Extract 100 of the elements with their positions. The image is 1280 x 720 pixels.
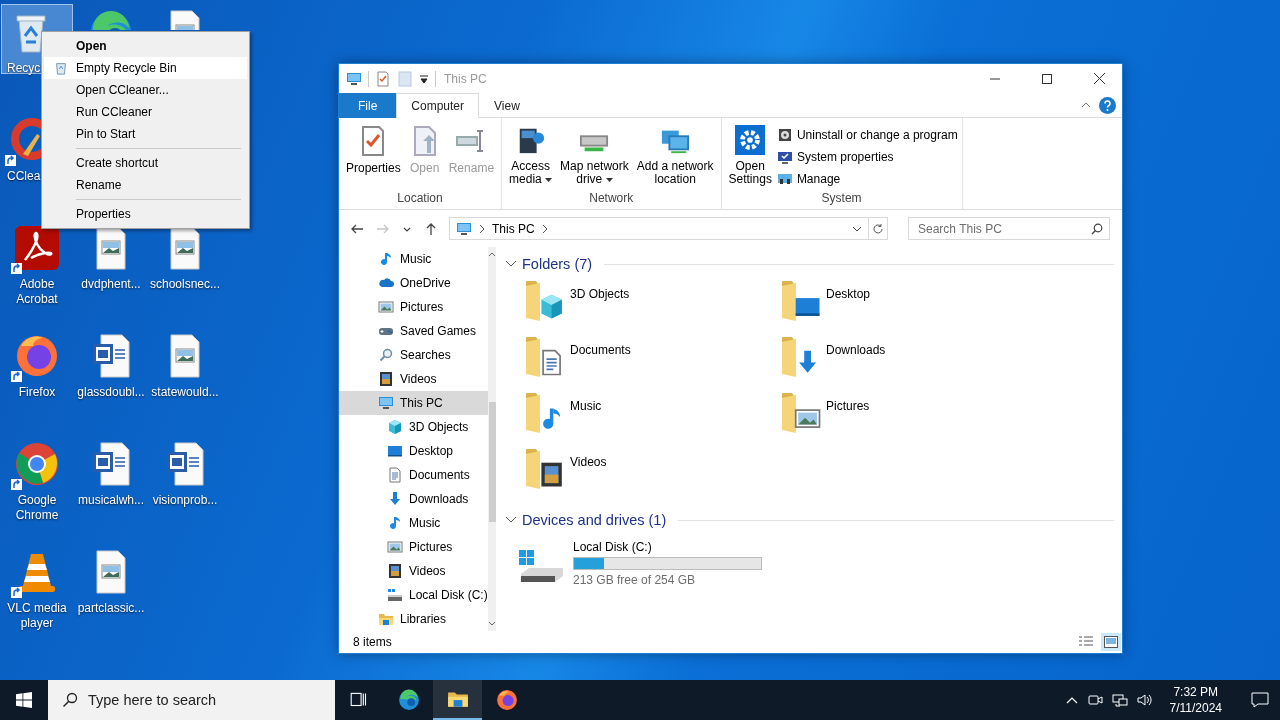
ribbon-button[interactable]: Uninstall or change a program [776,126,958,144]
tree-item[interactable]: Searches [339,343,488,367]
tree-item[interactable]: This PC [339,391,488,415]
drive-name[interactable]: Local Disk (C:) [573,540,762,554]
tree-item[interactable]: Pictures [339,535,488,559]
desktop-shortcut[interactable]: partclassic... [75,544,147,621]
help-icon[interactable] [1099,96,1116,114]
scroll-up-icon[interactable] [487,251,496,257]
tree-item[interactable]: OneDrive [339,271,488,295]
ribbon-button[interactable]: Add a network location [633,122,717,186]
chevron-up-icon[interactable] [1065,696,1078,704]
desktop-shortcut[interactable]: visionprob... [149,436,221,513]
close-icon[interactable] [1093,73,1105,84]
desktop-shortcut[interactable]: statewould... [149,328,221,405]
tree-item[interactable]: Music [339,511,488,535]
ribbon-button[interactable]: System properties [776,148,958,166]
tree-item[interactable]: 3D Objects [339,415,488,439]
desktop-shortcut[interactable]: Firefox [1,328,73,405]
group-header[interactable]: Folders (7) [522,256,593,272]
ribbon-button[interactable]: Access media [506,122,556,186]
search-field[interactable]: Type here to search [48,680,335,720]
group-header[interactable]: Devices and drives (1) [522,512,667,528]
notification-icon[interactable] [1251,692,1269,708]
shortcut-arrow-icon [11,371,22,382]
recycle-bin-icon [54,61,68,75]
ribbon-button[interactable]: Map network drive [557,122,632,186]
tree-item[interactable]: Videos [339,367,488,391]
free-space: 213 GB free of 254 GB [573,573,697,587]
file-tab[interactable]: File [339,93,397,118]
camera-icon[interactable] [1086,692,1103,708]
caret-icon [545,177,553,182]
ribbon-tab[interactable]: View [479,93,535,118]
shortcut-arrow-icon [11,479,22,490]
group-label: Location [396,191,444,207]
customize-menu-icon[interactable] [419,73,429,84]
windows-logo-icon[interactable] [16,692,32,708]
ribbon-button[interactable]: Manage [776,170,958,188]
folder-tile[interactable]: Pictures [776,398,1032,454]
ribbon-tab[interactable]: Computer [396,93,480,118]
picture-icon [387,539,403,555]
browser-icon [13,440,61,488]
desktop-shortcut[interactable]: VLC media player [1,544,73,636]
item-count: 8 items [353,635,392,649]
ribbon-button[interactable]: Open Settings [725,122,775,186]
folder-tile[interactable]: Music [520,398,776,454]
monitor-check-icon [776,149,793,165]
folder-tile[interactable]: Desktop [776,286,1032,342]
group-label: System [820,191,863,207]
tree-item[interactable]: Documents [339,463,488,487]
tree-item[interactable]: Saved Games [339,319,488,343]
folder-tile[interactable]: 3D Objects [520,286,776,342]
group-label: Network [588,191,635,207]
caret-icon [605,177,613,182]
folder-tile[interactable]: Videos [520,454,776,510]
network-icon[interactable] [1111,692,1128,708]
collapse-ribbon-icon[interactable] [1081,101,1091,109]
music-note-icon [378,251,394,267]
shortcut-arrow-icon [11,587,22,598]
menu-item[interactable]: Open CCleaner... [44,79,247,101]
clock[interactable]: 7:32 PM 7/11/2024 [1161,684,1230,716]
tree-item[interactable]: Local Disk (C:) [339,583,488,607]
desktop-shortcut[interactable]: Google Chrome [1,436,73,528]
music-note-icon [387,515,403,531]
desktop-shortcut[interactable]: musicalwh... [75,436,147,513]
search-field[interactable]: Search This PC [908,217,1110,240]
folder-tile[interactable]: Downloads [776,342,1032,398]
breadcrumb[interactable]: This PC [492,221,535,236]
maximize-icon[interactable] [1042,73,1052,84]
monitor-icon [378,395,394,411]
ribbon-button[interactable]: Properties [343,122,404,186]
shortcut-arrow-icon [5,155,16,166]
swirl-icon [397,689,420,711]
volume-icon[interactable] [1136,692,1153,708]
desktop-shortcut[interactable]: glassdoubl... [75,328,147,405]
film-icon [378,371,394,387]
search-icon [62,692,78,708]
tree-item[interactable]: Music [339,247,488,271]
tree-item[interactable]: Pictures [339,295,488,319]
taskbar-app[interactable] [433,680,482,720]
window-title: This PC [444,71,487,86]
scroll-down-icon[interactable] [487,621,496,627]
screen-icon [387,443,403,459]
properties-icon[interactable] [375,70,391,87]
cube-icon [387,419,403,435]
refresh-icon[interactable] [872,222,884,235]
menu-item[interactable]: Empty Recycle Bin [44,57,247,79]
tree-item[interactable]: Desktop [339,439,488,463]
browser-icon [495,689,518,711]
scrollbar-thumb[interactable] [488,402,496,522]
folder-tile[interactable]: Documents [520,342,776,398]
monitor-icon [456,220,472,237]
tree-item[interactable]: Videos [339,559,488,583]
down-arrow-icon [387,491,403,507]
search-icon [1091,223,1103,235]
address-bar[interactable]: This PC [449,217,888,240]
tree-item[interactable]: Libraries [339,607,488,631]
picture-icon [378,299,394,315]
tree-item[interactable]: Downloads [339,487,488,511]
large-icons-view-icon[interactable] [1101,633,1121,651]
document-icon [387,467,403,483]
